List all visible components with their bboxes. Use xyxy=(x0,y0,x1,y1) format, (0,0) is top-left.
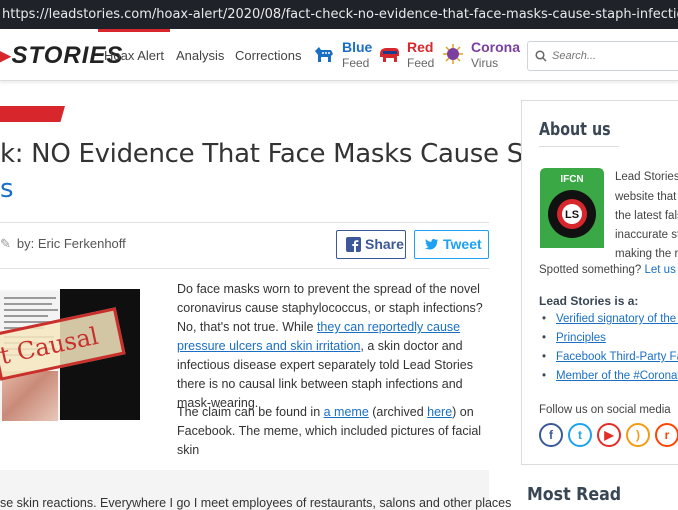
divider xyxy=(0,268,489,269)
credentials-list: Verified signatory of the IF Principles … xyxy=(539,310,678,386)
browser-url-bar[interactable]: https://leadstories.com/hoax-alert/2020/… xyxy=(0,0,678,29)
pen-icon: ✎ xyxy=(0,236,11,251)
nav-analysis[interactable]: Analysis xyxy=(176,48,224,63)
author-name: by: Eric Ferkenhoff xyxy=(17,236,126,251)
list-item[interactable]: Member of the #Coronavi xyxy=(539,367,678,386)
url-text: https://leadstories.com/hoax-alert/2020/… xyxy=(2,7,678,22)
nav-hoax-alert[interactable]: Hoax Alert xyxy=(104,48,164,63)
meme-link[interactable]: a meme xyxy=(324,405,369,419)
spotted-something: Spotted something? Let us k xyxy=(539,264,678,276)
search-icon xyxy=(535,50,547,62)
coronavirus-icon xyxy=(441,42,465,66)
search-input[interactable] xyxy=(552,47,672,65)
svg-text:IFCN: IFCN xyxy=(560,174,583,185)
archived-link[interactable]: here xyxy=(427,405,452,419)
republican-elephant-icon xyxy=(377,42,401,66)
nav-corrections[interactable]: Corrections xyxy=(235,48,301,63)
facebook-icon xyxy=(346,237,361,252)
contact-link[interactable]: Let us k xyxy=(645,264,678,276)
twitter-icon xyxy=(424,237,439,252)
twitter-share-button[interactable]: Tweet xyxy=(414,230,489,259)
article-title-continued: s xyxy=(0,170,30,208)
democrat-donkey-icon xyxy=(312,42,336,66)
category-tag-bar xyxy=(0,106,65,122)
facebook-icon[interactable]: f xyxy=(539,423,563,447)
twitter-icon[interactable]: t xyxy=(568,423,592,447)
most-read-title: Most Read xyxy=(527,484,621,505)
follow-us: Follow us on social media xyxy=(539,404,671,416)
about-sidebar: About us IFCN LS Lead Stories website th… xyxy=(521,100,678,465)
facebook-share-button[interactable]: Share xyxy=(336,230,406,259)
divider xyxy=(0,222,489,223)
site-header: ▶STORIES Hoax Alert Analysis Corrections… xyxy=(0,29,678,81)
divider xyxy=(539,146,619,147)
list-item-continued[interactable]: Principles xyxy=(539,329,678,348)
rss-icon[interactable]: ) xyxy=(626,423,650,447)
article-byline: ✎ by: Eric Ferkenhoff xyxy=(0,236,126,252)
reddit-icon[interactable]: r xyxy=(655,423,678,447)
article-paragraph-1: Do face masks worn to prevent the spread… xyxy=(177,280,489,413)
article-title: k: NO Evidence That Face Masks Cause Sta… xyxy=(0,135,470,173)
ifcn-signatory-badge-icon[interactable]: IFCN LS xyxy=(540,168,604,248)
list-item[interactable]: Verified signatory of the IF xyxy=(539,310,678,329)
about-title: About us xyxy=(539,119,611,140)
active-nav-indicator xyxy=(98,29,170,32)
search-box[interactable] xyxy=(527,41,678,71)
list-item[interactable]: Facebook Third-Party Fac xyxy=(539,348,678,367)
lead-stories-is-a: Lead Stories is a: xyxy=(539,294,638,308)
quoted-meme-text: se skin reactions. Everywhere I go I mee… xyxy=(0,470,489,510)
youtube-icon[interactable]: ▶ xyxy=(597,423,621,447)
article-paragraph-2: The claim can be found in a meme (archiv… xyxy=(177,403,489,460)
svg-text:LS: LS xyxy=(565,209,579,221)
